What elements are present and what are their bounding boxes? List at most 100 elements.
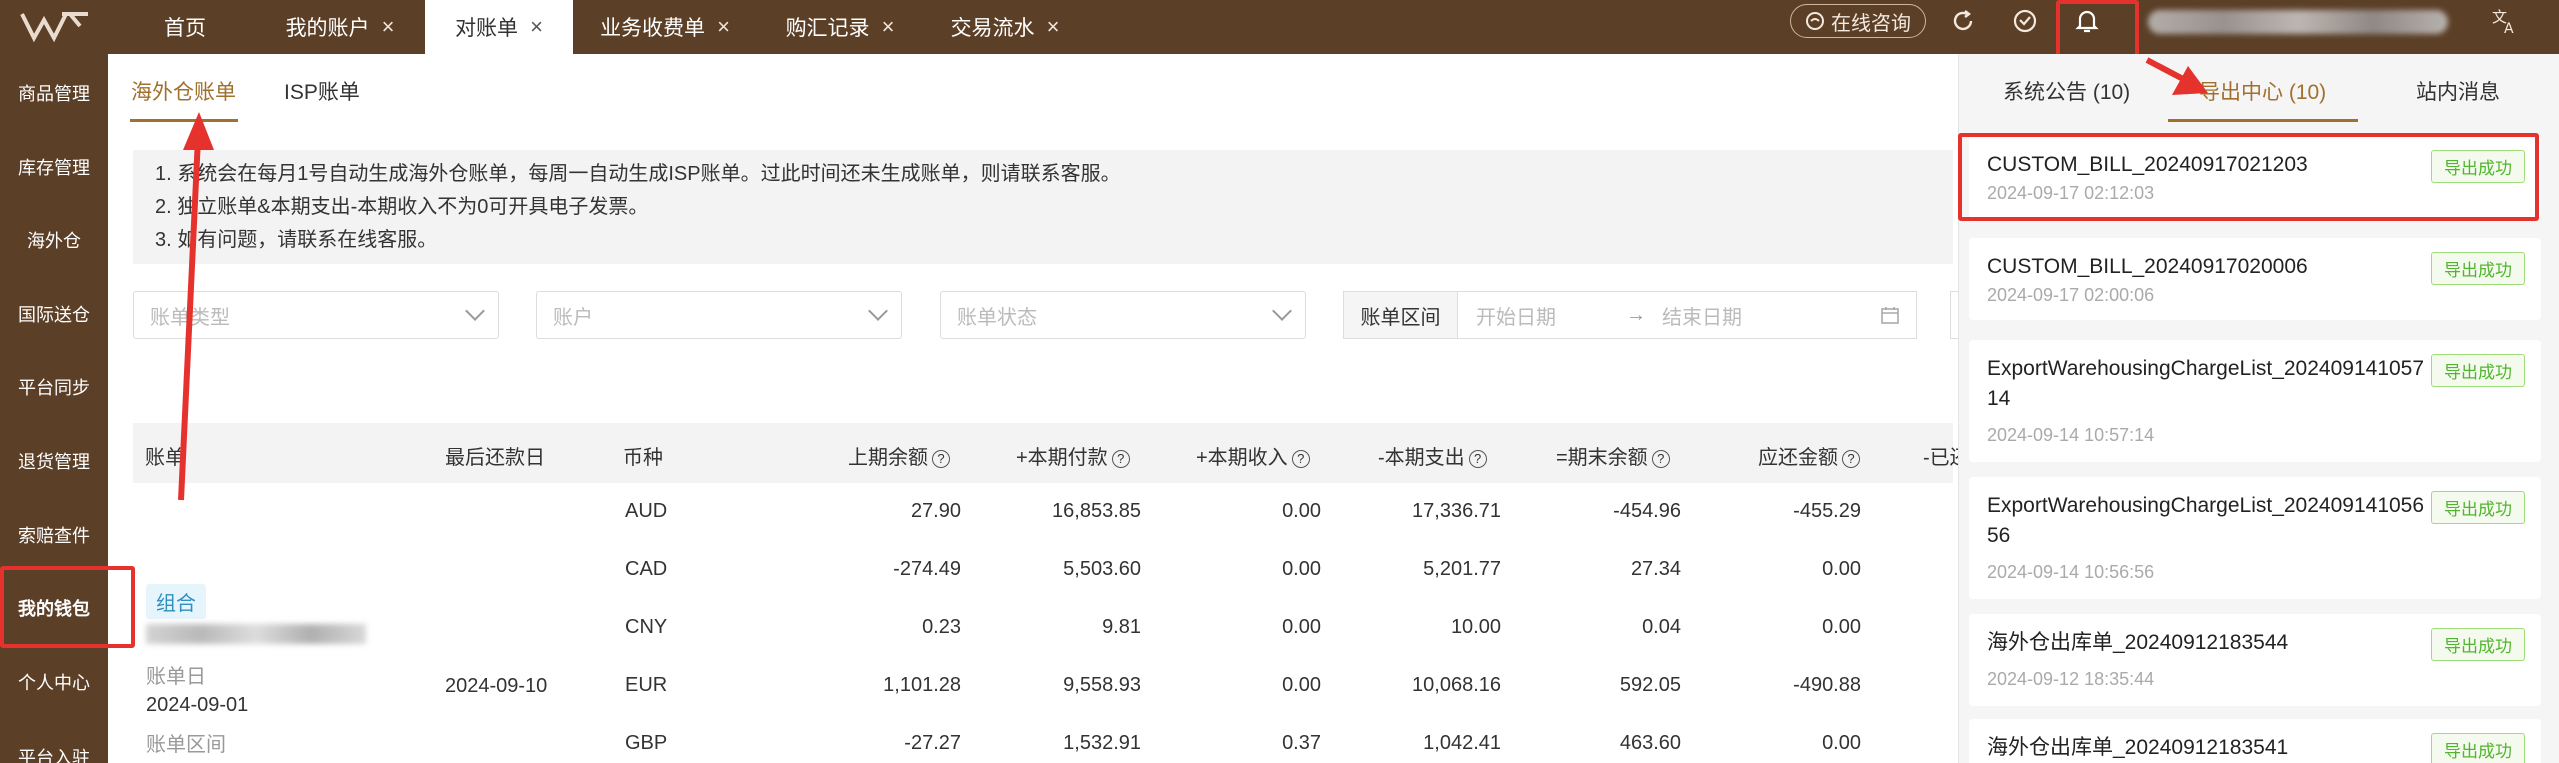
tab-fx-records[interactable]: 购汇记录 ×	[765, 0, 915, 54]
help-icon[interactable]: ?	[1291, 450, 1310, 468]
sidebar-item-claims[interactable]: 索赔查件	[0, 522, 108, 548]
help-icon[interactable]: ?	[1842, 450, 1860, 468]
subtab-underline	[130, 119, 238, 122]
sidebar-item-overseas-warehouse[interactable]: 海外仓	[0, 227, 108, 253]
bill-status-select[interactable]: 账单状态	[940, 291, 1306, 339]
export-item[interactable]: 海外仓出库单_20240912183544 2024-09-12 18:35:44…	[1969, 614, 2541, 706]
close-icon[interactable]: ×	[382, 14, 395, 40]
end-date-input[interactable]: 结束日期	[1662, 301, 1742, 330]
amount-due-cell: -490.88	[1793, 674, 1861, 696]
export-file-name[interactable]: CUSTOM_BILL_20240917020006	[1987, 252, 2427, 282]
end-balance-cell: 592.05	[1619, 674, 1681, 696]
export-file-name[interactable]: ExportWarehousingChargeList_202409141057…	[1987, 354, 2427, 414]
prev-balance-cell: -27.27	[904, 732, 961, 754]
bill-type-select[interactable]: 账单类型	[133, 291, 499, 339]
date-range-label: 账单区间	[1343, 291, 1458, 339]
account-select[interactable]: 账户	[536, 291, 902, 339]
bell-highlight	[2056, 0, 2139, 58]
export-file-name[interactable]: ExportWarehousingChargeList_202409141056…	[1987, 491, 2427, 551]
tab-service-charges[interactable]: 业务收费单 ×	[580, 0, 750, 54]
sidebar-item-products[interactable]: 商品管理	[0, 80, 108, 106]
translate-icon[interactable]: 文 A	[2490, 6, 2520, 36]
col-spend: -本期支出?	[1378, 441, 1487, 470]
end-balance-cell: 0.04	[1642, 616, 1681, 638]
refresh-icon[interactable]	[1950, 8, 1976, 34]
export-time: 2024-09-12 18:35:44	[1987, 669, 2155, 689]
online-consult-button[interactable]: 在线咨询	[1790, 4, 1926, 38]
payment-cell: 9,558.93	[1063, 674, 1141, 696]
spend-cell: 10.00	[1450, 616, 1501, 638]
logo	[20, 12, 88, 43]
payment-cell: 5,503.60	[1063, 558, 1141, 580]
bill-date-label: 账单日	[146, 666, 206, 688]
col-currency: 币种	[623, 447, 663, 469]
chevron-down-icon	[868, 301, 888, 321]
export-item[interactable]: ExportWarehousingChargeList_202409141056…	[1969, 477, 2541, 599]
notice-line: 1. 系统会在每月1号自动生成海外仓账单，每周一自动生成ISP账单。过此时间还未…	[155, 163, 1121, 185]
tab-home[interactable]: 首页	[140, 0, 230, 54]
spend-cell: 5,201.77	[1423, 558, 1501, 580]
tab-system-notices[interactable]: 系统公告 (10)	[2003, 76, 2130, 106]
notice-line: 3. 如有问题，请联系在线客服。	[155, 229, 438, 251]
amount-due-cell: 0.00	[1822, 616, 1861, 638]
currency-cell: CAD	[625, 558, 668, 580]
sidebar-item-platform-sync[interactable]: 平台同步	[0, 374, 108, 400]
currency-cell: EUR	[625, 674, 668, 696]
currency-cell: GBP	[625, 732, 668, 754]
col-end-balance: =期末余额?	[1556, 441, 1670, 470]
bill-name-blurred[interactable]	[146, 624, 366, 644]
bill-date: 2024-09-01	[146, 694, 249, 716]
export-time: 2024-09-14 10:57:14	[1987, 425, 2155, 445]
tab-transactions[interactable]: 交易流水 ×	[930, 0, 1080, 54]
tab-my-account[interactable]: 我的账户 ×	[255, 0, 425, 54]
sidebar-item-profile[interactable]: 个人中心	[0, 669, 108, 695]
panel-tab-underline	[2168, 119, 2358, 122]
help-icon[interactable]: ?	[932, 450, 950, 468]
notice-box: 1. 系统会在每月1号自动生成海外仓账单，每周一自动生成ISP账单。过此时间还未…	[133, 150, 1953, 264]
chevron-down-icon	[1272, 301, 1292, 321]
sidebar-item-returns[interactable]: 退货管理	[0, 448, 108, 474]
account-placeholder: 账户	[553, 306, 593, 329]
tab-label: 对账单	[455, 17, 519, 40]
close-icon[interactable]: ×	[530, 14, 543, 40]
currency-cell: CNY	[625, 616, 668, 638]
tab-export-center[interactable]: 导出中心 (10)	[2199, 76, 2326, 106]
tab-site-messages[interactable]: 站内消息	[2416, 76, 2500, 106]
user-account-blurred[interactable]	[2148, 10, 2448, 34]
subtab-overseas-bill[interactable]: 海外仓账单	[131, 76, 236, 106]
headset-icon	[1806, 12, 1824, 30]
tab-statement[interactable]: 对账单 ×	[425, 0, 573, 54]
help-icon[interactable]: ?	[1468, 450, 1487, 468]
spend-cell: 1,042.41	[1423, 732, 1501, 754]
spend-cell: 17,336.71	[1412, 500, 1501, 522]
export-time: 2024-09-17 02:00:06	[1987, 285, 2155, 305]
combo-tag: 组合	[146, 584, 206, 619]
export-file-name[interactable]: 海外仓出库单_20240912183541	[1987, 733, 2427, 763]
export-item[interactable]: 海外仓出库单_20240912183541 导出成功	[1969, 719, 2541, 763]
date-range-picker[interactable]: 开始日期 → 结束日期	[1457, 291, 1917, 339]
export-file-name[interactable]: 海外仓出库单_20240912183544	[1987, 628, 2427, 658]
range-arrow: →	[1626, 303, 1646, 326]
close-icon[interactable]: ×	[1047, 14, 1060, 40]
wallet-highlight	[0, 566, 135, 648]
sidebar-item-inventory[interactable]: 库存管理	[0, 154, 108, 180]
export-item[interactable]: ExportWarehousingChargeList_202409141057…	[1969, 340, 2541, 462]
payment-cell: 9.81	[1102, 616, 1141, 638]
subtab-isp-bill[interactable]: ISP账单	[284, 76, 360, 106]
start-date-input[interactable]: 开始日期	[1476, 301, 1556, 330]
favorite-icon[interactable]	[2012, 8, 2038, 34]
export-status-badge: 导出成功	[2431, 491, 2525, 524]
help-icon[interactable]: ?	[1651, 450, 1670, 468]
sidebar-item-platform-join[interactable]: 平台入驻	[0, 744, 108, 763]
export-status-badge: 导出成功	[2431, 354, 2525, 387]
tab-label: 首页	[164, 17, 206, 40]
close-icon[interactable]: ×	[882, 14, 895, 40]
svg-text:A: A	[2504, 21, 2514, 36]
help-icon[interactable]: ?	[1111, 450, 1130, 468]
tab-label: 业务收费单	[600, 17, 706, 40]
prev-balance-cell: 1,101.28	[883, 674, 961, 696]
sidebar-item-intl-delivery[interactable]: 国际送仓	[0, 301, 108, 327]
amount-due-cell: -455.29	[1793, 500, 1861, 522]
export-item[interactable]: CUSTOM_BILL_20240917020006 2024-09-17 02:…	[1969, 238, 2541, 320]
close-icon[interactable]: ×	[717, 14, 730, 40]
